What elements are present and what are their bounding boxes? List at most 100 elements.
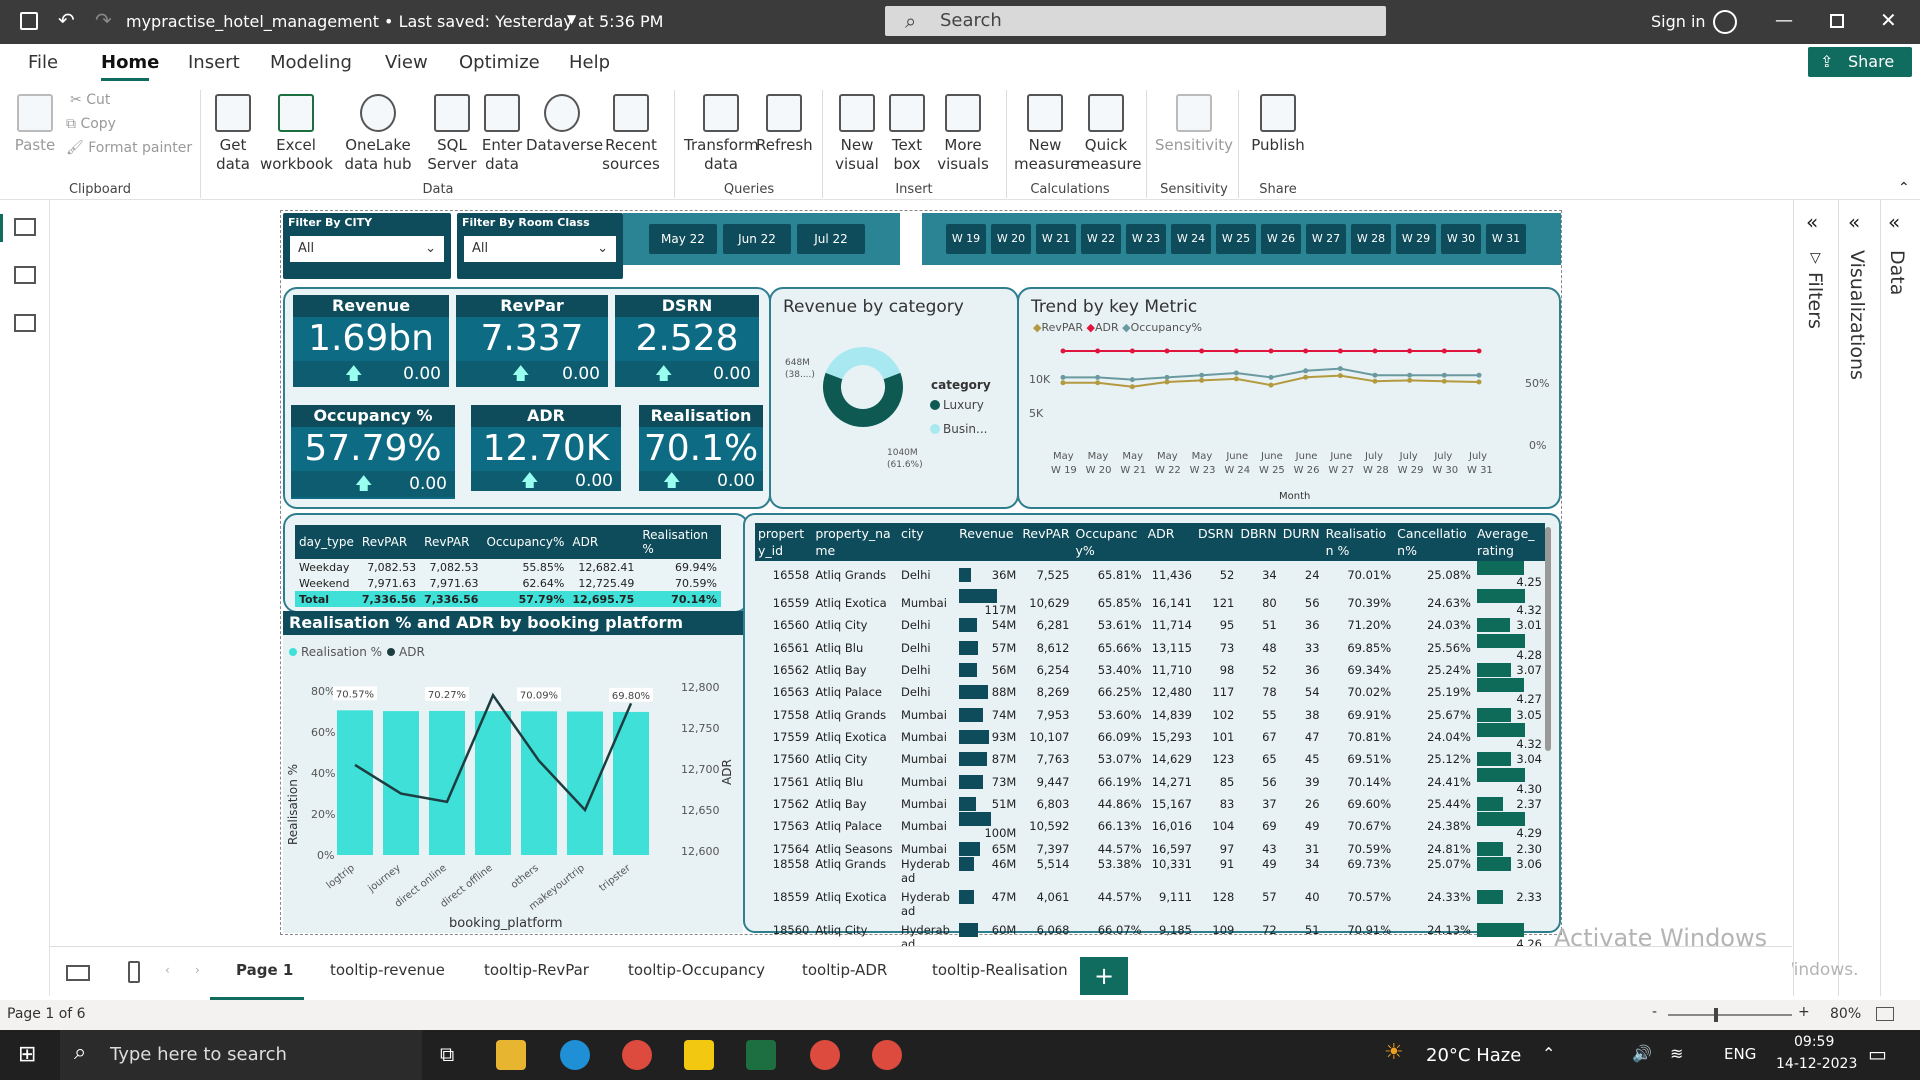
sign-in-link[interactable]: Sign in (1651, 12, 1706, 31)
tab-tooltip-adr[interactable]: tooltip-ADR (802, 961, 887, 979)
data-point[interactable] (1441, 348, 1447, 354)
save-icon[interactable] (20, 12, 38, 30)
close-icon[interactable]: ✕ (1880, 8, 1897, 32)
data-point[interactable] (1268, 348, 1274, 354)
share-button[interactable]: ⇪ Share ⌄ (1808, 47, 1912, 101)
data-point[interactable] (1060, 348, 1066, 354)
get-data-button[interactable]: Get data (208, 94, 258, 174)
donut-slice-business[interactable] (825, 347, 901, 380)
data-point[interactable] (1407, 377, 1413, 383)
prev-page-icon[interactable]: ‹ (165, 963, 170, 977)
fit-page-icon[interactable] (1876, 1007, 1894, 1021)
model-view-icon[interactable] (14, 314, 36, 332)
bar-direct-online[interactable] (429, 710, 465, 855)
week-chip[interactable]: W 22 (1081, 224, 1121, 254)
column-header[interactable]: city (897, 523, 957, 561)
data-point[interactable] (1095, 348, 1101, 354)
week-chip[interactable]: W 23 (1126, 224, 1166, 254)
network-icon[interactable]: ≋ (1670, 1044, 1683, 1063)
column-header[interactable]: ADR (568, 525, 639, 559)
column-header[interactable]: Average_ rating (1473, 523, 1545, 561)
windows-start-icon[interactable]: ⊞ (18, 1042, 36, 1067)
column-header[interactable]: ADR (1144, 523, 1195, 561)
file-explorer-icon[interactable] (496, 1040, 526, 1070)
taskbar-search[interactable]: ⌕ Type here to search (60, 1030, 422, 1080)
column-header[interactable]: RevPAR (1019, 523, 1073, 561)
filters-pane-toggle[interactable]: Filters (1804, 272, 1826, 329)
menu-file[interactable]: File (28, 52, 58, 73)
data-point[interactable] (1372, 348, 1378, 354)
data-point[interactable] (1441, 372, 1447, 378)
tray-chevron-icon[interactable]: ⌃ (1542, 1044, 1555, 1063)
dataverse-button[interactable]: Dataverse (526, 94, 603, 155)
city-slicer[interactable]: Filter By CITY All ⌄ (283, 213, 451, 279)
donut-slice-luxury[interactable] (823, 372, 903, 427)
publish-button[interactable]: Publish (1248, 94, 1308, 155)
excel-taskbar-icon[interactable] (746, 1040, 776, 1070)
data-pane-toggle[interactable]: Data (1886, 250, 1908, 295)
data-point[interactable] (1199, 377, 1205, 383)
zoom-out-icon[interactable]: - (1652, 1004, 1657, 1020)
collapse-filters-icon[interactable]: « (1806, 210, 1818, 234)
tab-tooltip-occupancy[interactable]: tooltip-Occupancy (628, 961, 765, 979)
chrome-profile-icon[interactable] (810, 1040, 840, 1070)
column-header[interactable]: property_na me (812, 523, 898, 561)
data-point[interactable] (1303, 348, 1309, 354)
month-chip[interactable]: May 22 (649, 224, 717, 254)
week-chip[interactable]: W 28 (1351, 224, 1391, 254)
week-chip[interactable]: W 25 (1216, 224, 1256, 254)
week-chip[interactable]: W 31 (1486, 224, 1526, 254)
recent-sources-button[interactable]: Recent sources (596, 94, 666, 174)
column-header[interactable]: Occupancy% (482, 525, 569, 559)
volume-icon[interactable]: 🔊 (1632, 1044, 1652, 1063)
week-chip[interactable]: W 20 (991, 224, 1031, 254)
edge-icon[interactable] (560, 1040, 590, 1070)
kpi-adr[interactable]: ADR 12.70K 🡅 0.00 (471, 405, 621, 491)
data-point[interactable] (1407, 372, 1413, 378)
chevron-down-icon[interactable]: ▼ (567, 12, 576, 26)
bar-logtrip[interactable] (337, 710, 373, 855)
chrome-icon[interactable] (622, 1040, 652, 1070)
data-point[interactable] (1337, 348, 1343, 354)
data-point[interactable] (1441, 378, 1447, 384)
column-header[interactable]: DSRN (1194, 523, 1238, 561)
more-visuals-button[interactable]: More visuals (930, 94, 996, 174)
data-point[interactable] (1303, 374, 1309, 380)
kpi-revpar[interactable]: RevPar 7.337 🡅 0.00 (456, 295, 608, 387)
collapse-data-icon[interactable]: « (1888, 210, 1900, 234)
data-point[interactable] (1129, 384, 1135, 390)
menu-modeling[interactable]: Modeling (270, 52, 352, 73)
visualizations-pane-toggle[interactable]: Visualizations (1846, 250, 1868, 380)
column-header[interactable]: Revenue (956, 523, 1020, 561)
data-point[interactable] (1129, 348, 1135, 354)
zoom-in-icon[interactable]: + (1798, 1004, 1810, 1020)
kpi-dsrn[interactable]: DSRN 2.528 🡅 0.00 (615, 295, 759, 387)
sql-server-button[interactable]: SQL Server (426, 94, 478, 174)
room-class-slicer[interactable]: Filter By Room Class All ⌄ (457, 213, 623, 279)
desktop-layout-icon[interactable] (66, 965, 90, 981)
data-point[interactable] (1233, 348, 1239, 354)
data-point[interactable] (1268, 374, 1274, 380)
column-header[interactable]: propert y_id (755, 523, 813, 561)
text-box-button[interactable]: Text box (884, 94, 930, 174)
search-input[interactable]: ⌕ Search (885, 6, 1386, 36)
month-chip[interactable]: Jun 22 (723, 224, 791, 254)
report-view-icon[interactable] (14, 218, 36, 236)
menu-insert[interactable]: Insert (188, 52, 240, 73)
week-chip[interactable]: W 26 (1261, 224, 1301, 254)
data-point[interactable] (1164, 379, 1170, 385)
mobile-layout-icon[interactable] (128, 961, 140, 983)
add-page-button[interactable]: + (1080, 957, 1128, 995)
next-page-icon[interactable]: › (195, 963, 200, 977)
column-header[interactable]: RevPAR (420, 525, 483, 559)
data-point[interactable] (1372, 372, 1378, 378)
realisation-adr-platform-chart[interactable]: Realisation % and ADR by booking platfor… (283, 611, 743, 933)
table-scrollbar[interactable] (1545, 527, 1551, 751)
new-measure-button[interactable]: New measure (1014, 94, 1079, 174)
power-bi-icon[interactable] (684, 1040, 714, 1070)
data-point[interactable] (1199, 348, 1205, 354)
week-chip[interactable]: W 24 (1171, 224, 1211, 254)
column-header[interactable]: DBRN (1237, 523, 1280, 561)
tab-tooltip-revenue[interactable]: tooltip-revenue (330, 961, 445, 979)
data-point[interactable] (1337, 373, 1343, 379)
